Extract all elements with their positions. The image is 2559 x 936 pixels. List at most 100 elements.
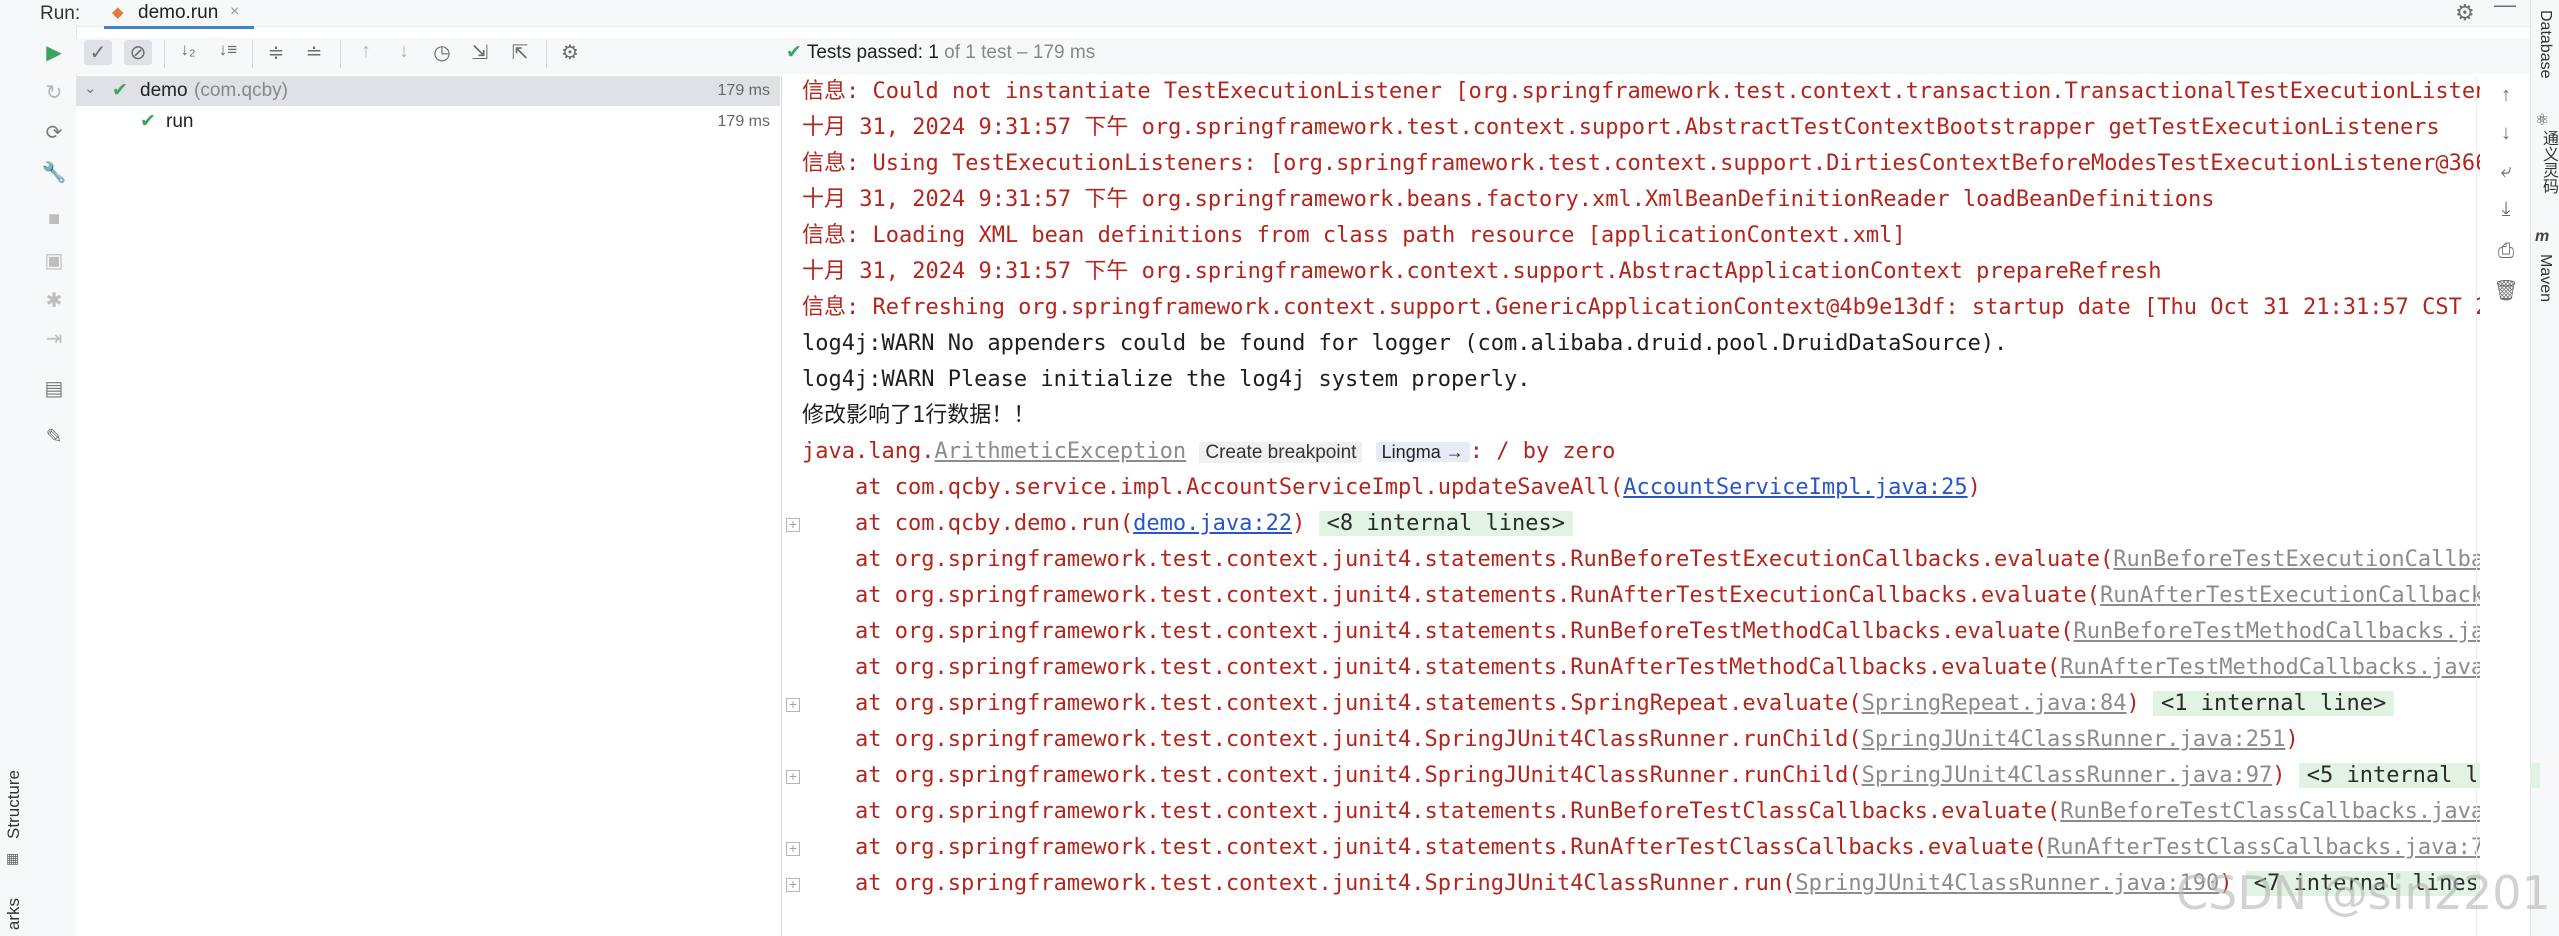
source-link[interactable]: RunAfterTestClassCallbacks.java:70 xyxy=(2047,835,2497,860)
toolbar-separator xyxy=(164,40,165,68)
source-link[interactable]: SpringJUnit4ClassRunner.java:251 xyxy=(1862,727,2286,752)
source-link[interactable]: AccountServiceImpl.java:25 xyxy=(1623,475,1967,500)
watermark: CSDN @sin2201 xyxy=(2176,866,2551,920)
pass-check-icon: ✔ xyxy=(112,80,128,101)
expand-all-icon[interactable]: ≑ xyxy=(262,40,290,65)
console-line: 信息: Could not instantiate TestExecutionL… xyxy=(802,79,2515,104)
exception-message: : / by zero xyxy=(1469,439,1616,464)
pass-check-icon: ✔ xyxy=(140,111,156,132)
exit-icon[interactable]: ⇥ xyxy=(40,326,68,351)
database-tool-tab[interactable]: Database xyxy=(2536,10,2554,79)
console-line: 信息: Loading XML bean definitions from cl… xyxy=(802,223,1906,248)
gear-icon[interactable]: ⚙ xyxy=(2455,0,2475,26)
toggle-auto-test-icon[interactable]: ⟳ xyxy=(40,120,68,145)
maven-tool-tab[interactable]: Maven xyxy=(2536,254,2554,302)
stack-frame-close: ) xyxy=(2285,727,2299,752)
minimize-icon[interactable]: — xyxy=(2494,0,2516,18)
scroll-to-end-icon[interactable]: ⤓ xyxy=(2492,198,2520,221)
create-breakpoint-button[interactable]: Create breakpoint xyxy=(1199,442,1363,463)
source-link[interactable]: demo.java:22 xyxy=(1133,511,1292,536)
layout-icon[interactable]: ▤ xyxy=(40,376,68,401)
print-icon[interactable]: ⎙ xyxy=(2492,240,2520,263)
run-label: Run: xyxy=(40,3,81,24)
source-link[interactable]: RunBeforeTestClassCallbacks.java:6 xyxy=(2060,799,2510,824)
tree-node-package: (com.qcby) xyxy=(194,80,288,101)
tongyi-icon: ⚛ xyxy=(2535,112,2550,129)
tree-node-name: demo xyxy=(140,80,188,101)
bookmarks-tool-tab[interactable]: arks xyxy=(4,898,24,930)
test-history-icon[interactable]: ◷ xyxy=(428,40,456,65)
stack-frame-close: ) xyxy=(2272,763,2286,788)
internal-lines-fold[interactable]: <8 internal lines> xyxy=(1318,511,1574,536)
internal-lines-fold[interactable]: <1 internal line> xyxy=(2153,691,2395,716)
stack-frame-text: at org.springframework.test.context.juni… xyxy=(802,871,1796,896)
console-line: 十月 31, 2024 9:31:57 下午 org.springframewo… xyxy=(802,259,2162,284)
camera-icon[interactable]: ▣ xyxy=(40,248,68,273)
export-tests-icon[interactable]: ⇱ xyxy=(506,40,534,65)
source-link[interactable]: RunBeforeTestMethodCallbacks.java xyxy=(2074,619,2511,644)
import-tests-icon[interactable]: ⇲ xyxy=(466,40,494,65)
stack-frame-close: ) xyxy=(1292,511,1306,536)
stack-frame-text: at org.springframework.test.context.juni… xyxy=(802,583,2101,608)
tree-row-run[interactable]: ✔ run 179 ms xyxy=(76,107,780,137)
console-line: log4j:WARN No appenders could be found f… xyxy=(802,331,2008,356)
stack-frame-text: at org.springframework.test.context.juni… xyxy=(802,835,2048,860)
tests-passed-label: Tests passed: 1 xyxy=(806,42,939,63)
arrow-up-icon[interactable]: ↑ xyxy=(2492,84,2520,107)
tab-label: demo.run xyxy=(138,2,219,23)
show-ignored-icon[interactable]: ⊘ xyxy=(124,40,152,65)
console-line: 信息: Using TestExecutionListeners: [org.s… xyxy=(802,151,2515,176)
trash-icon[interactable]: 🗑 xyxy=(2492,278,2520,303)
wrench-icon[interactable]: 🔧 xyxy=(40,160,68,185)
sort-by-duration-icon[interactable]: ↓≡ xyxy=(214,40,242,60)
exception-class-link[interactable]: ArithmeticException xyxy=(934,439,1186,464)
stack-trace-line: at org.springframework.test.context.juni… xyxy=(802,830,2511,866)
structure-tool-tab[interactable]: Structure xyxy=(4,770,24,839)
stack-trace-line: at org.springframework.test.context.juni… xyxy=(802,758,2540,794)
source-link[interactable]: SpringJUnit4ClassRunner.java:190 xyxy=(1795,871,2219,896)
source-link[interactable]: RunBeforeTestExecutionCallbacks xyxy=(2113,547,2524,572)
fold-expand-icon[interactable]: + xyxy=(786,518,800,532)
console-scrollbar-track[interactable] xyxy=(2476,76,2477,936)
next-failed-icon[interactable]: ↓ xyxy=(390,40,418,63)
source-link[interactable]: SpringRepeat.java:84 xyxy=(1862,691,2127,716)
settings-icon[interactable]: ⚙ xyxy=(556,40,584,65)
source-link[interactable]: RunAfterTestMethodCallbacks.java:8 xyxy=(2060,655,2510,680)
stack-frame-text: at org.springframework.test.context.juni… xyxy=(802,799,2061,824)
tests-total-label: of 1 test – 179 ms xyxy=(944,42,1096,63)
maven-icon: m xyxy=(2535,228,2550,245)
debug-icon[interactable]: ✱ xyxy=(40,288,68,313)
fold-expand-icon[interactable]: + xyxy=(786,878,800,892)
tree-row-demo[interactable]: ⌄ ✔ demo (com.qcby) 179 ms xyxy=(76,76,780,106)
show-passed-icon[interactable]: ✓ xyxy=(84,40,112,65)
pin-icon[interactable]: ✎ xyxy=(40,424,68,449)
fold-expand-icon[interactable]: + xyxy=(786,770,800,784)
stack-frame-text: at org.springframework.test.context.juni… xyxy=(802,763,1862,788)
tongyi-tool-tab[interactable]: 通义灵码 xyxy=(2536,130,2559,194)
arrow-down-icon[interactable]: ↓ xyxy=(2492,122,2520,145)
toolbar-separator xyxy=(546,40,547,68)
fold-expand-icon[interactable]: + xyxy=(786,842,800,856)
stop-icon[interactable]: ■ xyxy=(40,208,68,231)
tree-node-time: 179 ms xyxy=(717,82,770,99)
soft-wrap-icon[interactable]: ⤶ xyxy=(2492,160,2520,183)
stack-trace-line: at org.springframework.test.context.juni… xyxy=(802,542,2524,578)
rerun-icon[interactable]: ▶ xyxy=(40,40,68,65)
lingma-button[interactable]: Lingma → xyxy=(1375,442,1470,462)
chevron-down-icon[interactable]: ⌄ xyxy=(84,79,97,97)
source-link[interactable]: SpringJUnit4ClassRunner.java:97 xyxy=(1862,763,2273,788)
rerun-failed-icon[interactable]: ↻ xyxy=(40,80,68,105)
tests-status: ✔ Tests passed: 1 of 1 test – 179 ms xyxy=(786,41,1095,64)
exception-prefix: java.lang. xyxy=(802,439,935,464)
console-line: 十月 31, 2024 9:31:57 下午 org.springframewo… xyxy=(802,115,2440,140)
stack-frame-close: ) xyxy=(2126,691,2140,716)
fold-expand-icon[interactable]: + xyxy=(786,698,800,712)
stack-trace-line: at org.springframework.test.context.juni… xyxy=(802,722,2299,758)
collapse-all-icon[interactable]: ≐ xyxy=(300,40,328,65)
previous-failed-icon[interactable]: ↑ xyxy=(352,40,380,63)
stack-trace-line: at org.springframework.test.context.juni… xyxy=(802,614,2511,650)
tab-close-icon[interactable]: × xyxy=(230,3,239,21)
source-link[interactable]: RunAfterTestExecutionCallbacks.j xyxy=(2100,583,2524,608)
sort-alphabetically-icon[interactable]: ↓₂ xyxy=(174,40,202,60)
stack-trace-line: at com.qcby.service.impl.AccountServiceI… xyxy=(802,470,1981,506)
